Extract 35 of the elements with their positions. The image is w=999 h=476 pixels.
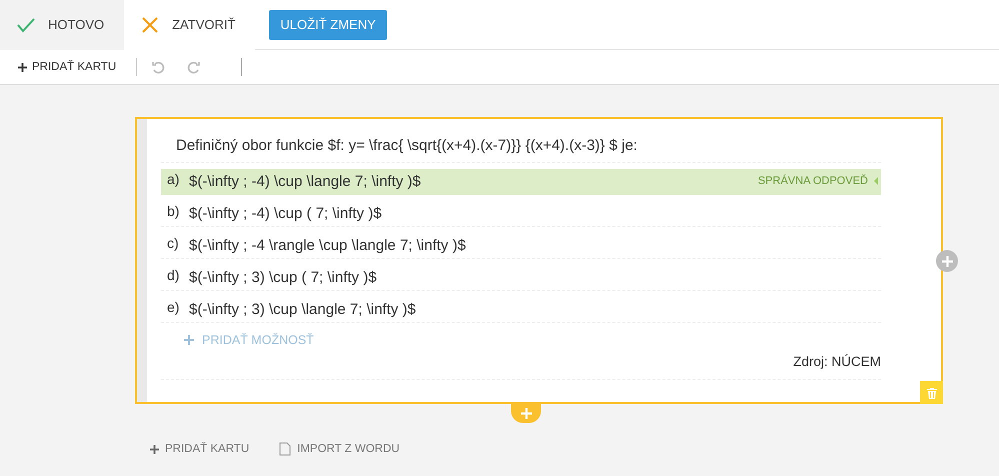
add-card-link[interactable]: PRIDAŤ KARTU — [150, 442, 250, 456]
answer-option[interactable]: c) $(-\infty ; -4 \rangle \cup \langle 7; \infty )$ — [161, 233, 881, 259]
answer-option[interactable]: e) $(-\infty ; 3) \cup \langle 7; \infty )$ — [161, 297, 881, 323]
source-text: Zdroj: NÚCEM — [161, 354, 881, 380]
plus-icon — [942, 256, 952, 266]
card-handle[interactable] — [137, 119, 147, 402]
option-letter: d) — [167, 266, 180, 283]
delete-button[interactable] — [920, 381, 943, 404]
answer-option[interactable]: d) $(-\infty ; 3) \cup ( 7; \infty )$ — [161, 265, 881, 291]
plus-icon — [520, 408, 532, 418]
plus-icon — [184, 335, 194, 345]
plus-icon — [18, 62, 27, 72]
answer-option[interactable]: b) $(-\infty ; -4) \cup ( 7; \infty )$ — [161, 201, 881, 227]
option-letter: e) — [167, 298, 180, 315]
option-letter: b) — [167, 202, 180, 219]
add-card-tab[interactable] — [511, 403, 541, 423]
done-tab[interactable]: HOTOVO — [0, 0, 124, 50]
answer-option[interactable]: a) $(-\infty ; -4) \cup \langle 7; \infty )$ SPRÁVNA ODPOVEĎ — [161, 169, 881, 195]
option-letter: a) — [167, 170, 180, 187]
document-icon — [279, 442, 292, 456]
import-link[interactable]: IMPORT Z WORDU — [279, 442, 400, 456]
add-button[interactable] — [936, 250, 958, 272]
close-icon — [140, 14, 160, 34]
option-text: $(-\infty ; -4 \rangle \cup \langle 7; \infty )$ — [189, 237, 466, 254]
option-letter: c) — [167, 234, 180, 251]
correct-answer-label: SPRÁVNA ODPOVEĎ — [758, 175, 868, 187]
add-card-button[interactable]: PRIDAŤ KARTU — [18, 61, 116, 73]
option-text: $(-\infty ; -4) \cup ( 7; \infty )$ — [189, 205, 382, 222]
option-text: $(-\infty ; 3) \cup \langle 7; \infty )$ — [189, 301, 416, 318]
option-text: $(-\infty ; 3) \cup ( 7; \infty )$ — [189, 269, 377, 286]
plus-icon — [150, 444, 159, 454]
trash-icon — [926, 386, 938, 398]
caret-icon — [874, 177, 878, 185]
option-text: $(-\infty ; -4) \cup \langle 7; \infty )$ — [189, 173, 421, 190]
question-text: Definičný obor funkcie $f: y= \frac{ \sqrt{(x+4).(x-7)}} {(x+4).(x-3)} $ je: — [161, 137, 881, 163]
